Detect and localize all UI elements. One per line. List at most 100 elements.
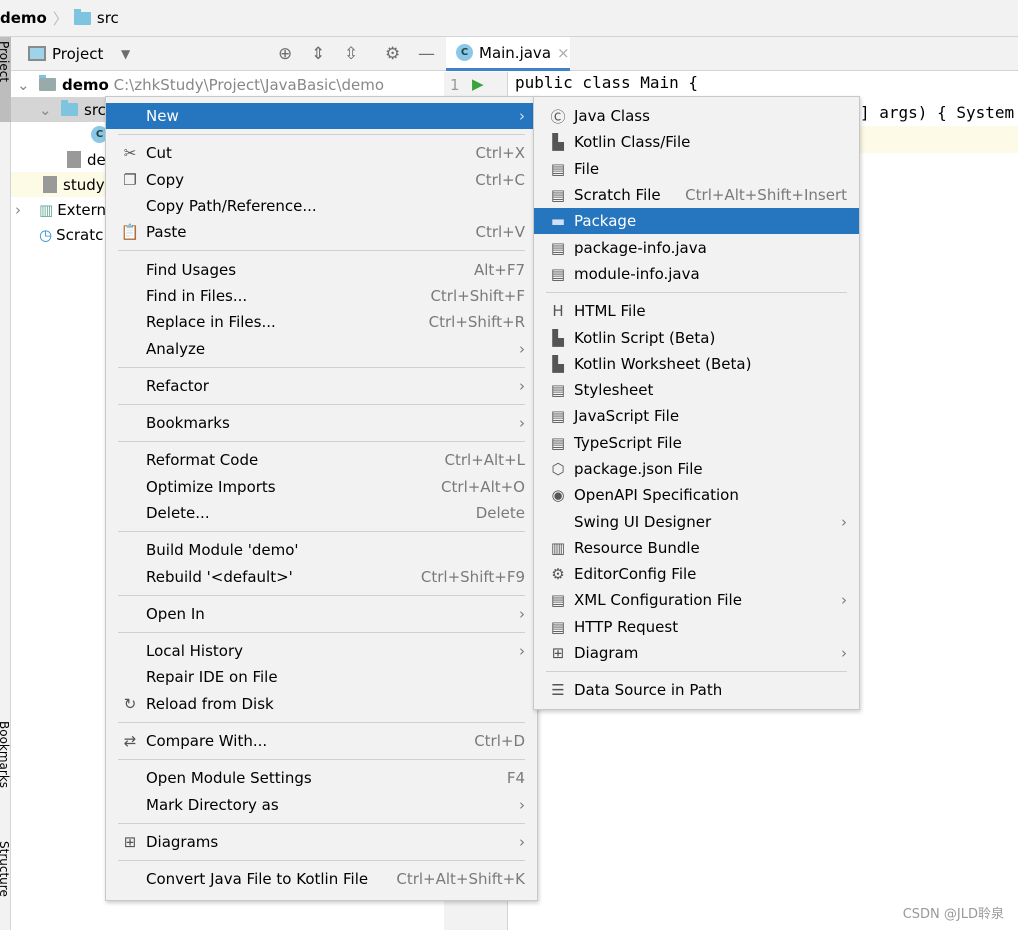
menu-item-label: Reformat Code xyxy=(146,451,259,470)
database-icon: ☰ xyxy=(551,681,565,700)
menu-item-kotlin-worksheet-beta[interactable]: ▙ Kotlin Worksheet (Beta) xyxy=(534,351,859,377)
menu-item-module-info-java[interactable]: ▤ module-info.java xyxy=(534,261,859,287)
menu-item-copy[interactable]: ❐ Copy Ctrl+C xyxy=(106,167,537,193)
file-icon: ▤ xyxy=(550,159,566,178)
menu-item-swing-ui-designer[interactable]: Swing UI Designer › xyxy=(534,508,859,534)
tree-item-demo[interactable]: ⌄ demo C:\zhkStudy\Project\JavaBasic\demo xyxy=(11,72,444,97)
run-icon[interactable]: ▶ xyxy=(472,75,484,93)
openapi-icon: ◉ xyxy=(551,486,565,505)
menu-item-java-class[interactable]: Ⓒ Java Class xyxy=(534,103,859,129)
shortcut-label: Ctrl+Shift+F xyxy=(430,286,525,305)
menu-item-label: Convert Java File to Kotlin File xyxy=(146,870,369,889)
menu-item-editorconfig-file[interactable]: ⚙ EditorConfig File xyxy=(534,561,859,587)
menu-item-mark-directory-as[interactable]: Mark Directory as › xyxy=(106,792,537,818)
menu-item-analyze[interactable]: Analyze › xyxy=(106,335,537,361)
menu-item-find-in-files[interactable]: Find in Files... Ctrl+Shift+F xyxy=(106,283,537,309)
menu-item-delete[interactable]: Delete... Delete xyxy=(106,500,537,526)
tab-main-java[interactable]: C Main.java × xyxy=(446,37,570,71)
gear-icon[interactable]: ⚙ xyxy=(385,44,400,64)
kotlin-file-icon: ▙ xyxy=(552,133,564,152)
tree-label: src xyxy=(84,100,106,119)
chevron-down-icon: ⌄ xyxy=(17,75,30,94)
menu-item-open-module-settings[interactable]: Open Module Settings F4 xyxy=(106,765,537,791)
menu-item-kotlin-script-beta[interactable]: ▙ Kotlin Script (Beta) xyxy=(534,324,859,350)
close-icon[interactable]: × xyxy=(557,44,570,62)
left-tool-strip: Project Bookmarks Structure xyxy=(0,37,11,930)
menu-item-compare-with[interactable]: ⇄ Compare With... Ctrl+D xyxy=(106,728,537,754)
menu-item-refactor[interactable]: Refactor › xyxy=(106,373,537,399)
menu-item-scratch-file[interactable]: ▤ Scratch File Ctrl+Alt+Shift+Insert xyxy=(534,182,859,208)
menu-item-new[interactable]: New › xyxy=(106,103,537,130)
menu-item-optimize-imports[interactable]: Optimize Imports Ctrl+Alt+O xyxy=(106,474,537,500)
resource-bundle-icon: ▥ xyxy=(550,538,566,557)
project-view-selector[interactable]: Project xyxy=(52,45,103,63)
menu-item-find-usages[interactable]: Find Usages Alt+F7 xyxy=(106,256,537,282)
menu-item-javascript-file[interactable]: ▤ JavaScript File xyxy=(534,403,859,429)
menu-item-copy-path-reference[interactable]: Copy Path/Reference... xyxy=(106,193,537,219)
menu-item-openapi-specification[interactable]: ◉ OpenAPI Specification xyxy=(534,482,859,508)
menu-item-label: Local History xyxy=(146,642,244,661)
menu-item-kotlin-class-file[interactable]: ▙ Kotlin Class/File xyxy=(534,129,859,155)
menu-item-resource-bundle[interactable]: ▥ Resource Bundle xyxy=(534,535,859,561)
menu-item-convert-java-file-to-kotlin-file[interactable]: Convert Java File to Kotlin File Ctrl+Alt… xyxy=(106,866,537,892)
menu-item-package-json-file[interactable]: ⬡ package.json File xyxy=(534,456,859,482)
menu-item-repair-ide-on-file[interactable]: Repair IDE on File xyxy=(106,664,537,690)
chevron-right-icon: › xyxy=(841,512,847,531)
code-line-1[interactable]: public class Main { xyxy=(515,73,698,92)
menu-item-reformat-code[interactable]: Reformat Code Ctrl+Alt+L xyxy=(106,447,537,473)
menu-item-label: Data Source in Path xyxy=(574,681,723,700)
menu-item-xml-configuration-file[interactable]: ▤ XML Configuration File › xyxy=(534,587,859,613)
menu-item-local-history[interactable]: Local History › xyxy=(106,638,537,664)
menu-item-diagrams[interactable]: ⊞ Diagrams › xyxy=(106,829,537,855)
menu-item-paste[interactable]: 📋 Paste Ctrl+V xyxy=(106,219,537,245)
chevron-right-icon: › xyxy=(519,832,525,851)
chevron-right-icon: › xyxy=(519,107,525,126)
gear-icon: ⚙ xyxy=(551,565,565,584)
menu-item-bookmarks[interactable]: Bookmarks › xyxy=(106,410,537,436)
shortcut-label: Delete xyxy=(475,504,525,522)
menu-separator xyxy=(106,526,537,537)
menu-item-open-in[interactable]: Open In › xyxy=(106,601,537,627)
menu-separator xyxy=(106,754,537,765)
module-path: C:\zhkStudy\Project\JavaBasic\demo xyxy=(113,75,385,94)
tool-window-bookmarks[interactable]: Bookmarks xyxy=(0,717,11,807)
code-line-2[interactable]: ] args) { System xyxy=(860,103,1014,122)
chevron-right-icon: › xyxy=(519,604,525,623)
menu-separator xyxy=(106,245,537,256)
menu-item-rebuild-default[interactable]: Rebuild '<default>' Ctrl+Shift+F9 xyxy=(106,563,537,589)
menu-item-typescript-file[interactable]: ▤ TypeScript File xyxy=(534,430,859,456)
shortcut-label: Ctrl+Shift+F9 xyxy=(420,567,525,586)
breadcrumb-project[interactable]: demo xyxy=(0,9,47,27)
menu-item-label: Stylesheet xyxy=(574,381,654,400)
xml-file-icon: ▤ xyxy=(550,591,566,610)
tool-window-project[interactable]: Project xyxy=(0,37,11,122)
chevron-down-icon[interactable]: ▼ xyxy=(121,47,130,61)
menu-item-http-request[interactable]: ▤ HTTP Request xyxy=(534,614,859,640)
menu-item-label: Cut xyxy=(146,144,172,163)
menu-item-package[interactable]: ▬ Package xyxy=(534,208,859,235)
tool-window-structure[interactable]: Structure xyxy=(0,837,11,917)
menu-item-data-source-in-path[interactable]: ☰ Data Source in Path xyxy=(534,677,859,703)
breadcrumb-src[interactable]: src xyxy=(97,9,119,27)
expand-all-icon[interactable]: ⇕ xyxy=(311,44,325,64)
menu-separator xyxy=(106,129,537,140)
menu-item-reload-from-disk[interactable]: ↻ Reload from Disk xyxy=(106,691,537,717)
breadcrumb-separator: 〉 xyxy=(52,9,68,28)
menu-item-stylesheet[interactable]: ▤ Stylesheet xyxy=(534,377,859,403)
collapse-all-icon[interactable]: ⇳ xyxy=(344,44,358,64)
minimize-icon[interactable]: — xyxy=(418,44,435,64)
menu-item-label: Copy Path/Reference... xyxy=(146,197,317,216)
menu-item-build-module-demo[interactable]: Build Module 'demo' xyxy=(106,537,537,563)
menu-item-replace-in-files[interactable]: Replace in Files... Ctrl+Shift+R xyxy=(106,309,537,335)
menu-item-cut[interactable]: ✂ Cut Ctrl+X xyxy=(106,140,537,166)
menu-item-package-info-java[interactable]: ▤ package-info.java xyxy=(534,234,859,260)
menu-item-html-file[interactable]: H HTML File xyxy=(534,298,859,324)
menu-item-label: Package xyxy=(574,212,637,231)
menu-item-file[interactable]: ▤ File xyxy=(534,156,859,182)
locate-icon[interactable]: ⊕ xyxy=(278,44,292,64)
tree-label: study- xyxy=(63,175,110,194)
kotlin-script-icon: ▙ xyxy=(552,328,564,347)
menu-item-diagram[interactable]: ⊞ Diagram › xyxy=(534,640,859,666)
menu-separator xyxy=(106,855,537,866)
menu-item-label: File xyxy=(574,159,600,178)
